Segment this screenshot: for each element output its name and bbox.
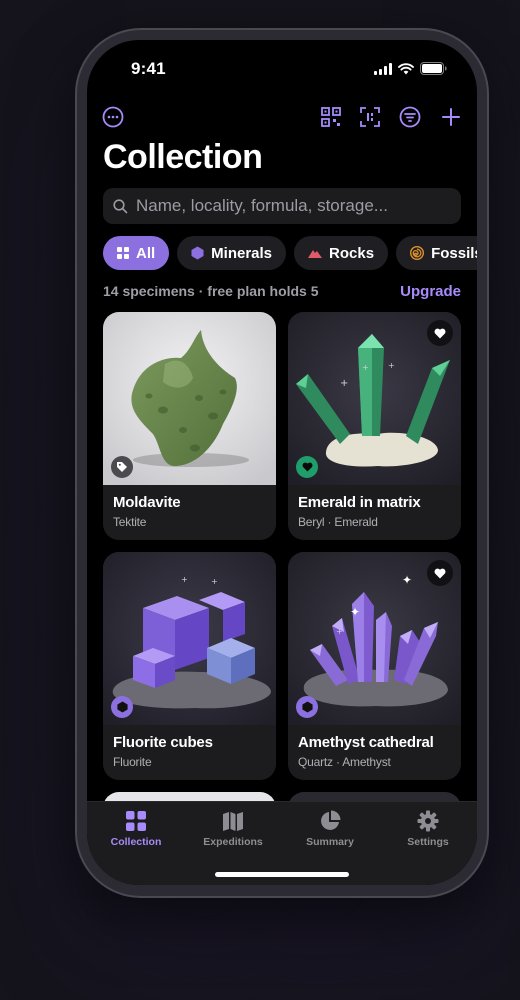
tab-collection[interactable]: Collection (91, 810, 181, 848)
favorite-button[interactable] (427, 560, 453, 586)
svg-text:✦: ✦ (350, 605, 360, 619)
svg-text:+: + (340, 378, 348, 389)
qr-code-button[interactable] (319, 105, 343, 129)
search-icon (113, 198, 128, 213)
qr-code-icon (321, 107, 341, 127)
gear-icon (417, 810, 439, 832)
hexagon-icon (301, 701, 313, 713)
filter-chip-label: Minerals (211, 244, 273, 262)
heart-icon (434, 568, 446, 578)
specimen-card-amethyst[interactable]: ✦ ✦ + Amethyst cathedral Quartz · Amethy… (288, 552, 461, 780)
scan-button[interactable] (358, 105, 382, 129)
svg-text:✦: ✦ (402, 573, 412, 587)
tab-summary[interactable]: Summary (285, 810, 375, 848)
grid-icon (126, 811, 146, 831)
battery-icon (420, 62, 447, 75)
tab-label: Settings (407, 836, 449, 848)
search-placeholder: Name, locality, formula, storage... (136, 196, 388, 215)
tag-badge (111, 456, 133, 478)
pie-chart-icon (321, 810, 341, 830)
more-button[interactable] (101, 105, 125, 129)
specimen-name: Emerald in matrix (298, 494, 421, 511)
specimen-card-fluorite[interactable]: + + Fluorite cubes Fluorite (103, 552, 276, 780)
tab-label: Collection (110, 836, 162, 848)
map-icon (223, 812, 243, 831)
specimen-name: Amethyst cathedral (298, 734, 434, 751)
status-bar: 9:41 (87, 40, 477, 96)
heart-icon (302, 462, 312, 472)
specimen-subtitle: Beryl · Emerald (298, 515, 378, 529)
collection-meta: 14 specimens · free plan holds 5 Upgrade (103, 283, 461, 301)
svg-text:+: + (362, 363, 369, 372)
hexagon-badge (111, 696, 133, 718)
scan-icon (360, 107, 380, 127)
mountain-icon (308, 250, 323, 258)
status-time: 9:41 (131, 59, 166, 78)
filter-chip-fossils[interactable]: Fossils (396, 236, 477, 270)
upgrade-link[interactable]: Upgrade (400, 283, 461, 300)
grid-icon (117, 247, 129, 259)
add-button[interactable] (439, 105, 463, 129)
signal-icon (374, 62, 392, 75)
specimen-subtitle: Fluorite (113, 755, 152, 769)
hexagon-icon (191, 246, 204, 260)
tab-expeditions[interactable]: Expeditions (188, 810, 278, 848)
svg-text:+: + (211, 577, 218, 586)
favorite-button[interactable] (427, 320, 453, 346)
heart-badge (296, 456, 318, 478)
specimen-card-moldavite[interactable]: Moldavite Tektite (103, 312, 276, 540)
tab-settings[interactable]: Settings (383, 810, 473, 848)
spiral-icon (410, 246, 425, 260)
page-title: Collection (103, 138, 263, 176)
specimen-count: 14 specimens · free plan holds 5 (103, 283, 319, 299)
home-indicator (215, 872, 349, 877)
hexagon-badge (296, 696, 318, 718)
specimen-name: Fluorite cubes (113, 734, 213, 751)
specimen-subtitle: Tektite (113, 515, 147, 529)
filter-chip-rocks[interactable]: Rocks (294, 236, 389, 270)
specimen-name: Moldavite (113, 494, 181, 511)
filter-chip-label: Fossils (431, 244, 477, 262)
tag-icon (117, 462, 127, 472)
specimen-subtitle: Quartz · Amethyst (298, 755, 391, 769)
specimen-card-emerald[interactable]: + + + Emerald in matrix Beryl · Emerald (288, 312, 461, 540)
filter-chips: All Minerals Rocks Fossils (103, 236, 477, 270)
filter-chip-label: All (136, 244, 156, 262)
add-icon (442, 108, 460, 126)
filter-chip-minerals[interactable]: Minerals (177, 236, 287, 270)
heart-icon (434, 328, 446, 338)
filter-button[interactable] (398, 105, 422, 129)
search-input[interactable]: Name, locality, formula, storage... (103, 188, 461, 224)
tab-label: Expeditions (203, 836, 263, 848)
hexagon-icon (116, 701, 128, 713)
svg-text:+: + (336, 627, 343, 636)
filter-icon (399, 106, 421, 128)
status-icons (374, 62, 447, 75)
tab-label: Summary (306, 836, 354, 848)
filter-chip-all[interactable]: All (103, 236, 170, 270)
filter-chip-label: Rocks (329, 244, 375, 262)
svg-text:+: + (181, 575, 188, 584)
wifi-icon (398, 62, 414, 74)
app-screen: 9:41 Collection Name, locality, formula,… (87, 40, 477, 885)
svg-text:+: + (388, 361, 395, 370)
more-icon (102, 106, 124, 128)
